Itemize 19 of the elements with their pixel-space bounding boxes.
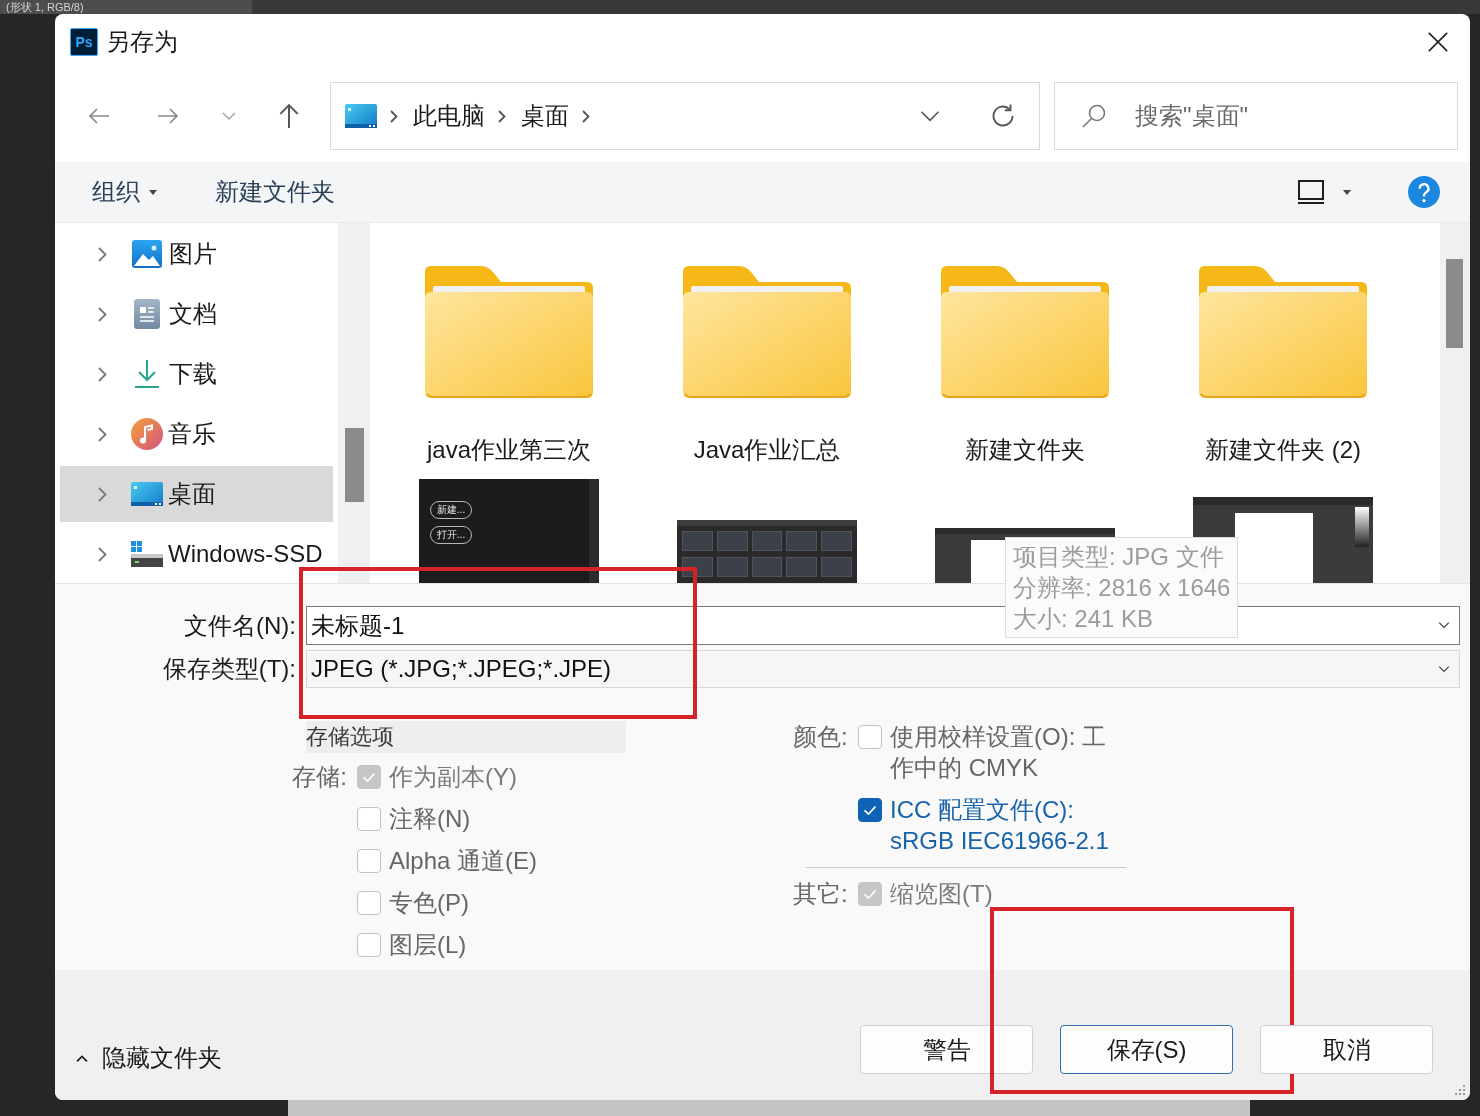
option-group-label: 颜色: [793, 722, 846, 752]
app-logo: Ps [70, 28, 98, 56]
checkbox-label: Alpha 通道(E) [389, 846, 538, 876]
option-group-label: 其它: [793, 879, 846, 909]
checkbox-label: 缩览图(T) [890, 879, 994, 909]
field-label: 文件名(N): [183, 610, 296, 641]
checkbox-label: ICC 配置文件(C): sRGB IEC61966-2.1 [890, 795, 1110, 856]
tooltip-line: 分辨率: 2816 x 1646 [1013, 573, 1231, 603]
tooltip-line: 项目类型: JPG 文件 [1013, 542, 1225, 572]
tooltip-line: 大小: 241 KB [1013, 604, 1155, 634]
checkbox-label: 专色(P) [389, 888, 469, 918]
window-title: 另存为 [106, 27, 178, 57]
field-label: 保存类型(T): [161, 654, 296, 684]
section-header: 存储选项 [306, 721, 626, 753]
option-group-label: 存储: [292, 762, 347, 792]
checkbox-label: 注释(N) [389, 804, 471, 834]
checkbox-label: 使用校样设置(O): 工作中的 CMYK [890, 722, 1107, 783]
checkbox-label: 图层(L) [389, 930, 467, 960]
checkbox-label: 作为副本(Y) [389, 762, 517, 792]
